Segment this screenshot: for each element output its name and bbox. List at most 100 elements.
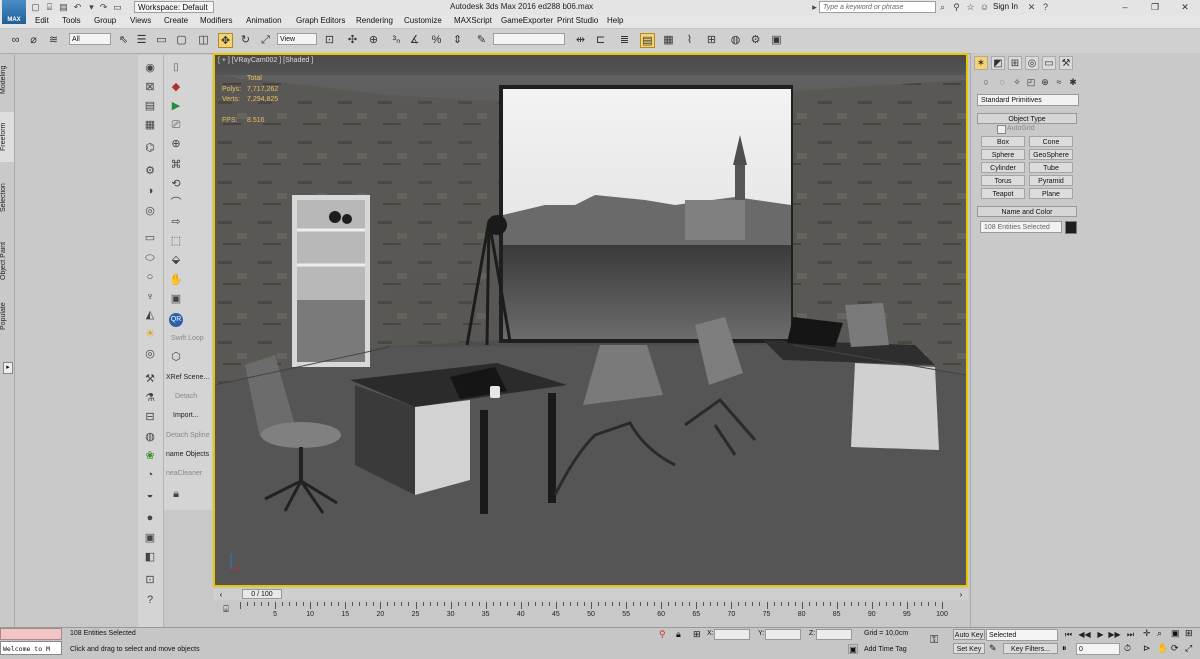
gear-icon[interactable]: ⚙ [143,164,157,178]
layer-manager-icon[interactable]: ≣ [617,33,632,48]
field-of-view-icon[interactable]: ⊳ [1143,643,1151,654]
swift-loop-label[interactable]: Swift Loop [171,335,204,342]
paint-tool-icon[interactable]: ⌬ [143,141,157,155]
play-icon[interactable]: ▶ [1094,629,1107,640]
menu-tools[interactable]: Tools [62,16,81,25]
previous-frame-icon[interactable]: ◀◀ [1078,629,1091,640]
menu-modifiers[interactable]: Modifiers [200,16,232,25]
drop-tool-icon[interactable]: ◭ [143,308,157,322]
curve-editor-icon[interactable]: ⌇ [682,33,697,48]
viewport-label[interactable]: [ + ] [VRayCam002 ] [Shaded ] [218,57,313,64]
helpers-icon[interactable]: ⊕ [1039,76,1051,88]
create-tool-icon[interactable]: ⊠ [143,80,157,94]
x-coordinate-field[interactable] [714,629,750,640]
angle-snap-icon[interactable]: ∡ [407,33,422,48]
menu-animation[interactable]: Animation [246,16,282,25]
pivot-center-icon[interactable]: ⊡ [322,33,337,48]
menu-create[interactable]: Create [164,16,188,25]
window-crossing-icon[interactable]: ▢ [174,33,189,48]
cylinder-button[interactable]: Cylinder [981,162,1025,173]
monitor-tool-icon[interactable]: ⎚ [169,118,183,132]
name-and-color-rollout[interactable]: Name and Color [977,206,1077,217]
select-and-scale-icon[interactable]: ⤢ [258,33,273,48]
shield-tool-icon[interactable]: ◑ [143,184,157,198]
spinner-snap-icon[interactable]: ⇕ [450,33,465,48]
search-icon[interactable]: ⌕ [937,2,948,12]
go-to-end-icon[interactable]: ⏭ [1124,629,1137,640]
object-type-rollout[interactable]: Object Type [977,113,1077,124]
box-tool-icon[interactable]: ⬡ [169,350,183,364]
time-slider[interactable] [213,589,968,600]
maximize-viewport-icon[interactable]: ⤢ [1185,643,1192,654]
sun-icon[interactable]: ☀ [143,327,157,341]
orb-tool-icon[interactable]: ● [143,511,157,525]
window-crossing-toggle-icon[interactable]: ◫ [196,33,211,48]
bevel-tool-icon[interactable]: ⬙ [169,253,183,267]
arrow-tool-icon[interactable]: ⇨ [169,215,183,229]
select-and-rotate-icon[interactable]: ↻ [238,33,253,48]
palette-tool-icon[interactable]: ◎ [143,204,157,218]
pan-icon[interactable]: ✋ [1157,643,1168,654]
selection-lock-icon[interactable]: 🔒︎ [676,629,681,640]
menu-help[interactable]: Help [607,16,623,25]
key-mode-toggle-icon[interactable]: ⏸ [1062,643,1074,654]
hierarchy-tab-icon[interactable]: ⊞ [1008,56,1022,70]
gem-tool-icon[interactable]: ◆ [169,80,183,94]
create-tab-icon[interactable]: ✶ [974,56,988,70]
y-coordinate-field[interactable] [765,629,801,640]
snaps-toggle-icon[interactable]: ³ₙ [389,33,404,48]
object-name-field[interactable]: 108 Entities Selected [980,221,1062,233]
ribbon-expand-icon[interactable]: ▸ [3,362,13,374]
undo-icon[interactable]: ↶ [72,2,83,12]
select-manipulate-icon[interactable]: ✣ [345,33,360,48]
tab-freeform[interactable]: Freeform [0,112,14,162]
sign-in-button[interactable]: Sign In [993,2,1018,11]
mesh-tool-icon[interactable]: ⌘ [169,158,183,172]
zoom-icon[interactable]: ✛ [1143,628,1151,639]
render-setup-icon[interactable]: ⚙ [748,33,763,48]
auto-key-button[interactable]: Auto Key [953,629,985,640]
xref-scene-label[interactable]: XRef Scene... [166,374,209,381]
sphere-button[interactable]: Sphere [981,149,1025,160]
primitive-type-dropdown[interactable]: Standard Primitives [977,94,1079,106]
redo-icon[interactable]: ↷ [98,2,109,12]
help-icon[interactable]: ? [1040,2,1051,12]
maximize-icon[interactable]: ❐ [1140,0,1170,14]
time-configuration-icon[interactable]: ⏱ [1124,643,1136,654]
shapes-icon[interactable]: ◌ [996,76,1008,88]
percent-snap-icon[interactable]: % [429,33,444,48]
detach-spline-label[interactable]: Detach Spline [166,432,210,439]
time-tag-icon[interactable]: ▣ [848,644,858,654]
new-file-icon[interactable]: ▢ [30,2,41,12]
add-time-tag-button[interactable]: Add Time Tag [864,646,907,653]
app-logo[interactable]: MAX [2,0,26,24]
texture-tool-icon[interactable]: ◒ [143,488,157,502]
brush-tool-icon[interactable]: ♆ [143,290,157,304]
list-tool-icon[interactable]: ▤ [143,99,157,113]
save-file-icon[interactable]: ▤ [58,2,69,12]
cone-button[interactable]: Cone [1029,136,1073,147]
menu-views[interactable]: Views [130,16,151,25]
track-bar[interactable]: 5 10 15 20 25 30 35 40 45 50 55 60 65 70 75 80 85 90 95 100 [240,602,948,626]
material-editor-icon[interactable]: ◍ [728,33,743,48]
tab-populate[interactable]: Populate [0,296,14,336]
zoom-extents-all-icon[interactable]: ⊞ [1185,628,1193,639]
window-tool-icon[interactable]: ▣ [143,531,157,545]
bridge-tool-icon[interactable]: ⌒ [169,196,183,210]
autogrid-checkbox[interactable] [997,125,1006,134]
menu-customize[interactable]: Customize [404,16,442,25]
import-tool-icon[interactable]: ⊟ [143,410,157,424]
mirror-icon[interactable]: ⇹ [573,33,588,48]
systems-icon[interactable]: ✱ [1067,76,1079,88]
hand-tool-icon[interactable]: ✋ [169,273,183,287]
keyword-search-input[interactable]: Type a keyword or phrase [819,1,936,13]
link-icon[interactable]: ∞ [8,33,23,48]
motion-tab-icon[interactable]: ◎ [1025,56,1039,70]
named-selection-dropdown[interactable] [493,33,565,45]
track-bar-toggle-icon[interactable]: ⌸ [219,604,233,614]
menu-group[interactable]: Group [94,16,116,25]
select-object-icon[interactable]: ⇖ [116,33,131,48]
zoom-all-icon[interactable]: ⌕ [1157,628,1162,639]
go-to-start-icon[interactable]: ⏮ [1062,629,1075,640]
qr-tool-icon[interactable]: QR [169,313,183,327]
